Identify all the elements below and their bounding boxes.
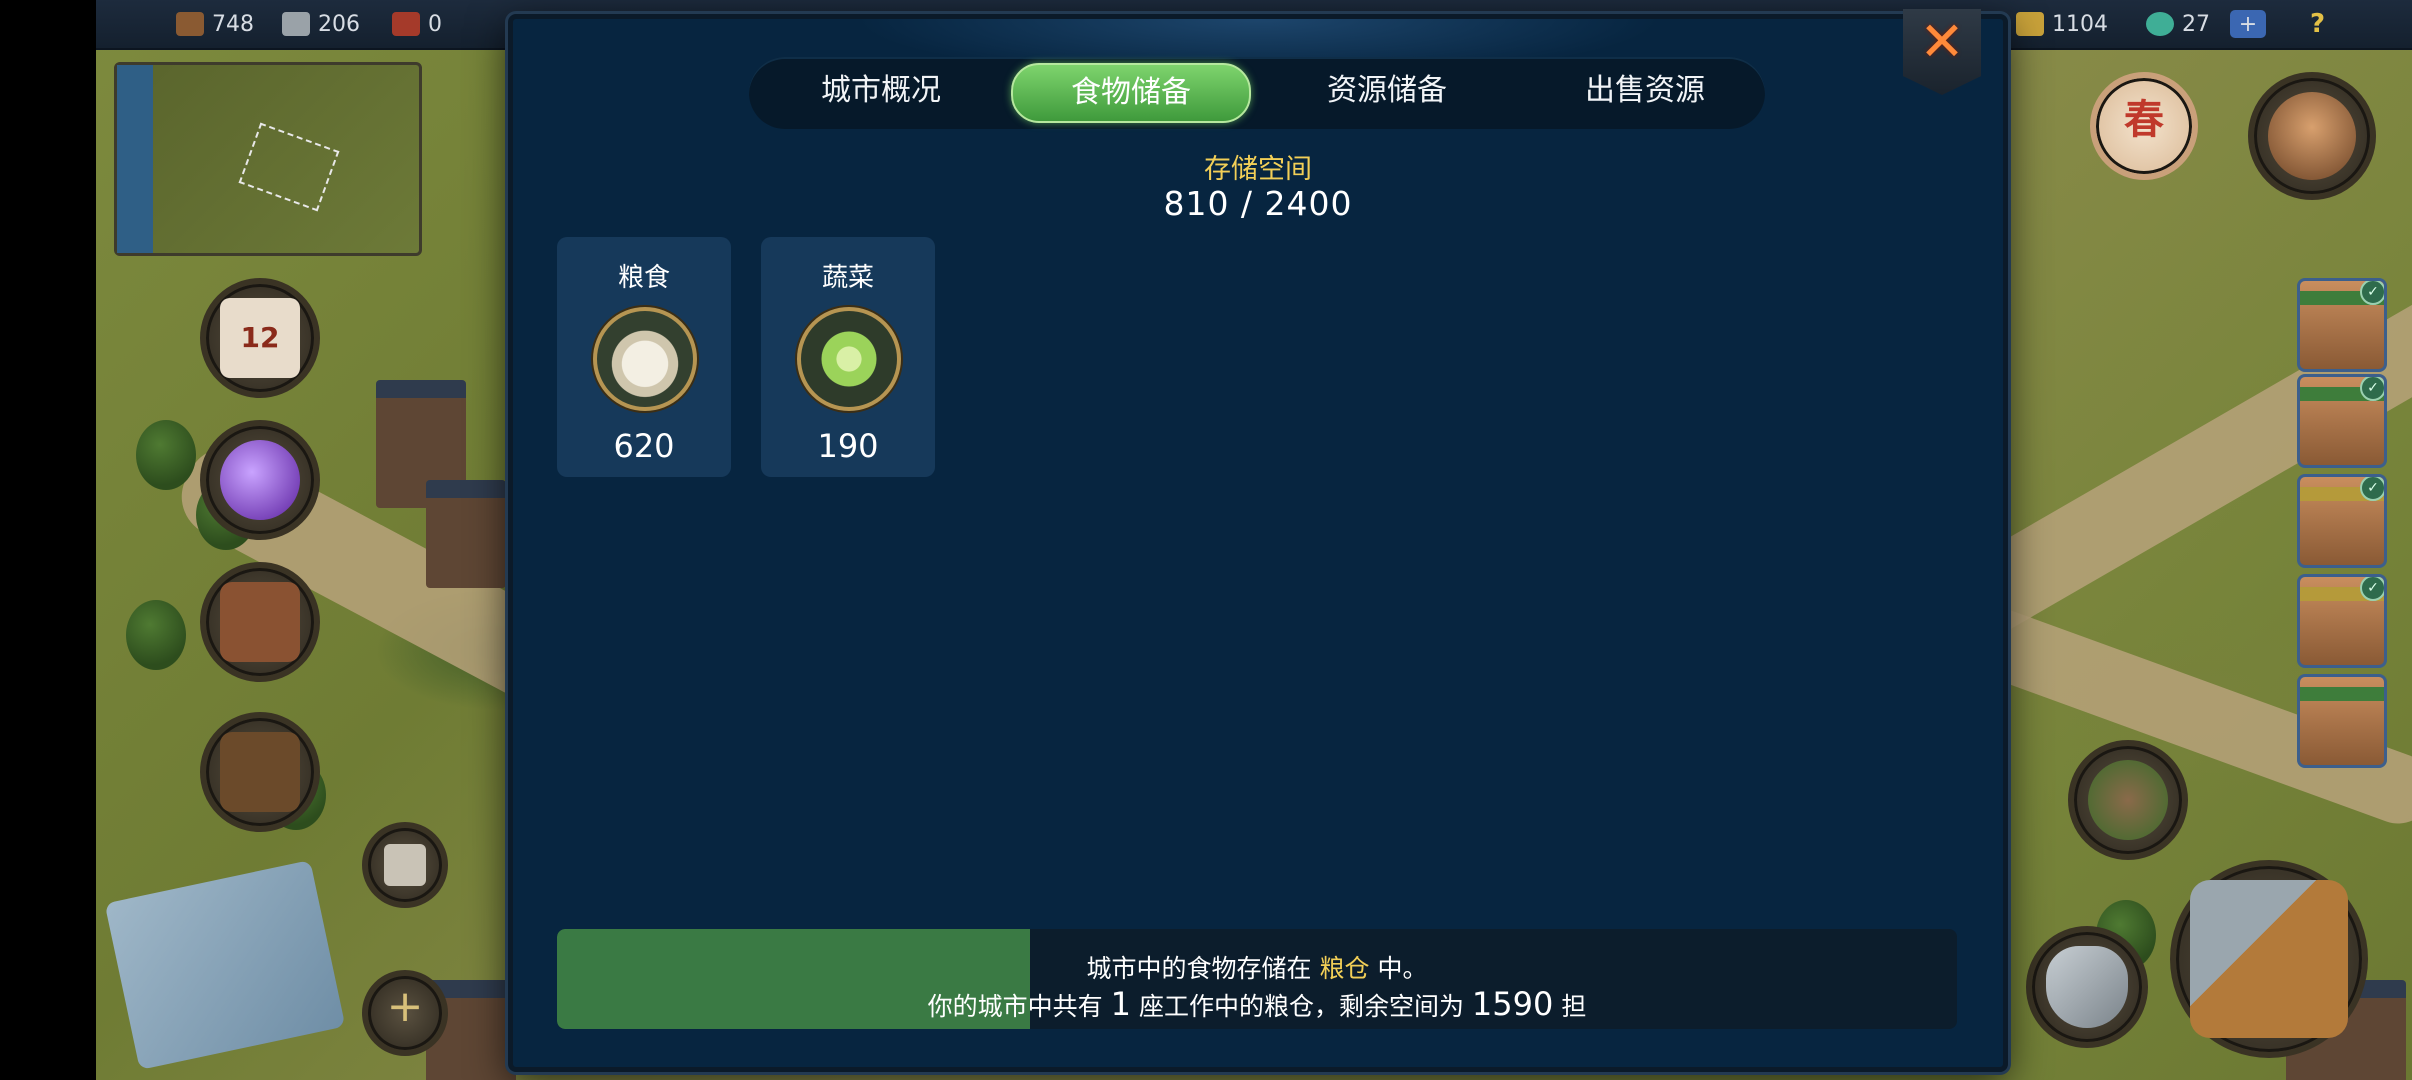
brick-icon [392, 12, 420, 36]
storage-info-line1: 城市中的食物存储在 粮仓 中。 [557, 949, 1957, 985]
info-text: 中。 [1377, 954, 1428, 983]
stone-icon [282, 12, 310, 36]
food-item-name: 粮食 [617, 263, 670, 293]
close-button[interactable]: ✕ [1903, 9, 1981, 95]
check-icon: ✓ [2360, 477, 2384, 501]
road-icon [2088, 760, 2168, 840]
worker-portrait[interactable]: ✓ [2297, 374, 2387, 468]
advisor-avatar[interactable] [2248, 72, 2376, 200]
food-item-grain[interactable]: 粮食 620 [557, 237, 731, 477]
inventory-button[interactable] [200, 562, 320, 682]
grain-sack-icon [593, 307, 697, 411]
check-icon: ✓ [2360, 377, 2384, 401]
brick-count: 0 [428, 11, 442, 37]
check-icon: ✓ [2360, 281, 2384, 305]
potion-button[interactable] [200, 420, 320, 540]
tree [126, 600, 186, 670]
layers-icon [384, 844, 426, 886]
tab-resource-storage[interactable]: 资源储备 [1269, 63, 1505, 119]
build-add-button[interactable]: + [362, 970, 448, 1056]
gold-icon [2016, 12, 2044, 36]
house[interactable] [426, 480, 506, 588]
calendar-day: 12 [240, 321, 280, 354]
tree [136, 420, 196, 490]
calendar-icon: 12 [220, 298, 300, 378]
brick-resource: 0 [392, 10, 442, 38]
info-text: 城市中的食物存储在 [1086, 954, 1312, 983]
food-item-quantity: 620 [613, 427, 675, 465]
layers-button[interactable] [362, 822, 448, 908]
tab-bar: 城市概况 食物储备 资源储备 出售资源 [749, 57, 1765, 129]
stone-count: 206 [318, 11, 360, 37]
help-button[interactable]: ? [2310, 9, 2326, 39]
info-text: 座工作中的粮仓，剩余空间为 [1138, 992, 1464, 1021]
storage-info-line2: 你的城市中共有 1 座工作中的粮仓，剩余空间为 1590 担 [557, 985, 1957, 1023]
city-info-modal: 城市概况 食物储备 资源储备 出售资源 ✕ 存储空间 810 / 2400 粮食… [508, 9, 2008, 1072]
plus-icon: + [2238, 11, 2258, 37]
food-item-vegetable[interactable]: 蔬菜 190 [761, 237, 935, 477]
season-icon: 春 [2106, 88, 2182, 164]
gem-icon [2146, 12, 2174, 36]
gem-count: 27 [2182, 11, 2210, 37]
question-icon: ? [2310, 9, 2326, 39]
minimap-sea [117, 65, 153, 253]
hammer-build-button[interactable] [2170, 860, 2368, 1058]
gem-resource: 27 [2146, 10, 2210, 38]
wood-icon [176, 12, 204, 36]
check-icon: ✓ [2360, 577, 2384, 601]
cabbage-icon [797, 307, 901, 411]
wood-resource: 748 [176, 10, 254, 38]
plus-icon: + [378, 985, 432, 1040]
storage-space-value: 810 / 2400 [1163, 184, 1353, 223]
remaining-space: 1590 [1471, 985, 1554, 1023]
headband [2300, 687, 2384, 701]
gold-resource: 1104 [2016, 10, 2108, 38]
potion-icon [220, 440, 300, 520]
storage-space-label: 存储空间 [1204, 154, 1312, 185]
worker-portrait[interactable]: ✓ [2297, 474, 2387, 568]
road-build-button[interactable] [2068, 740, 2188, 860]
granary-highlight: 粮仓 [1319, 954, 1370, 983]
shovel-button[interactable] [2026, 926, 2148, 1048]
tab-food-storage[interactable]: 食物储备 [1011, 63, 1251, 123]
tab-city-overview[interactable]: 城市概况 [763, 63, 999, 119]
tab-sell-resources[interactable]: 出售资源 [1527, 63, 1763, 119]
unit-text: 担 [1561, 992, 1587, 1021]
food-item-name: 蔬菜 [821, 263, 874, 293]
minimap[interactable] [114, 62, 422, 256]
shovel-icon [2046, 946, 2128, 1028]
stone-resource: 206 [282, 10, 360, 38]
season-button[interactable]: 春 [2090, 72, 2198, 180]
food-item-quantity: 190 [817, 427, 879, 465]
granary-count: 1 [1110, 985, 1131, 1023]
wood-count: 748 [212, 11, 254, 37]
advisor-portrait [2268, 92, 2356, 180]
gold-count: 1104 [2052, 11, 2108, 37]
worker-portrait[interactable] [2297, 674, 2387, 768]
worker-portrait[interactable]: ✓ [2297, 278, 2387, 372]
storage-info-bar: 城市中的食物存储在 粮仓 中。 你的城市中共有 1 座工作中的粮仓，剩余空间为 … [557, 929, 1957, 1029]
market-button[interactable] [200, 712, 320, 832]
add-gems-button[interactable]: + [2230, 10, 2266, 38]
minimap-town-area [238, 122, 340, 212]
season-label: 春 [2124, 97, 2164, 143]
worker-portrait[interactable]: ✓ [2297, 574, 2387, 668]
plus-glyph: + [386, 981, 424, 1032]
backpack-icon [220, 582, 300, 662]
hammer-icon [2190, 880, 2348, 1038]
close-icon: ✕ [1919, 10, 1965, 73]
info-text: 你的城市中共有 [927, 992, 1103, 1021]
market-cart-icon [220, 732, 300, 812]
calendar-button[interactable]: 12 [200, 278, 320, 398]
